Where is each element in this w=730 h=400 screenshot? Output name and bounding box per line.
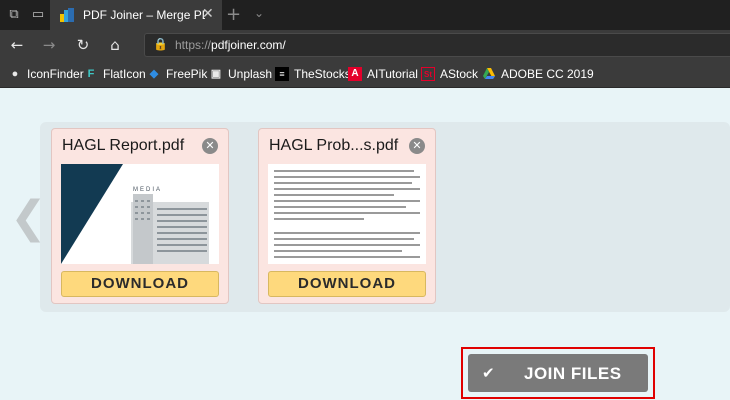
bookmark-astock[interactable]: St AStock: [421, 66, 478, 82]
camera-icon: ▣: [210, 68, 222, 80]
file-card: HAGL Prob...s.pdf ✕ DOWNLOAD: [258, 128, 436, 304]
join-files-highlight: ✔ JOIN FILES: [461, 347, 655, 399]
arrow-right-icon[interactable]: →: [40, 36, 58, 54]
text-page-thumbnail: [268, 164, 426, 264]
join-files-label: JOIN FILES: [524, 364, 622, 383]
tab-actions-icon[interactable]: ⧉: [6, 7, 22, 23]
file-name: HAGL Prob...s.pdf: [269, 137, 399, 154]
close-icon[interactable]: ✕: [202, 6, 214, 22]
chevron-down-icon[interactable]: ⌄: [254, 6, 264, 20]
bookmark-unplash[interactable]: ▣ Unplash: [209, 66, 272, 82]
flaticon-icon: F: [87, 68, 95, 80]
chevron-left-icon[interactable]: ❮: [10, 196, 47, 240]
bookmark-flaticon[interactable]: F FlatIcon: [84, 66, 146, 82]
check-icon: ✔: [482, 364, 495, 382]
thestocks-icon: ≡: [275, 67, 289, 81]
plus-icon[interactable]: +: [226, 4, 241, 25]
page-content: ❮ HAGL Report.pdf ✕ MEDIA DOWNLOAD HAGL …: [0, 88, 730, 400]
adobe-stock-icon: St: [421, 67, 435, 81]
url-prefix: https://: [175, 38, 212, 52]
url-host: pdfjoiner.com/: [211, 38, 286, 52]
adobe-icon: A: [348, 67, 362, 81]
bookmark-label: Unplash: [228, 67, 273, 81]
download-button[interactable]: DOWNLOAD: [61, 271, 219, 297]
bookmark-label: TheStocks: [294, 67, 351, 81]
bookmark-thestocks[interactable]: ≡ TheStocks: [275, 66, 351, 82]
join-files-button[interactable]: ✔ JOIN FILES: [468, 354, 648, 392]
bookmark-aitutorial[interactable]: A AITutorial: [348, 66, 418, 82]
lock-icon: 🔒: [153, 37, 168, 51]
pdfjoiner-favicon: [60, 8, 74, 22]
thumbnail-logo: MEDIA: [133, 187, 162, 193]
refresh-icon[interactable]: ↻: [74, 36, 92, 54]
bookmark-label: ADOBE CC 2019: [501, 67, 594, 81]
bookmark-adobe-cc[interactable]: ADOBE CC 2019: [482, 66, 594, 82]
file-name: HAGL Report.pdf: [62, 137, 185, 154]
address-bar[interactable]: 🔒 https://pdfjoiner.com/: [144, 33, 730, 57]
building-cover-thumbnail: MEDIA: [61, 164, 219, 264]
download-button[interactable]: DOWNLOAD: [268, 271, 426, 297]
browser-tab[interactable]: PDF Joiner – Merge PDF ✕: [50, 0, 222, 30]
drive-icon: [483, 68, 495, 79]
tab-title: PDF Joiner – Merge PDF: [83, 8, 205, 22]
bookmarks-bar: ● IconFinder F FlatIcon ◆ FreePik ▣ Unpl…: [0, 60, 730, 88]
bookmark-label: AStock: [440, 67, 479, 81]
bookmark-label: IconFinder: [27, 67, 84, 81]
navigation-bar: ← → ↻ ⌂ 🔒 https://pdfjoiner.com/: [0, 30, 730, 60]
arrow-left-icon[interactable]: ←: [8, 36, 26, 54]
bookmark-freepik[interactable]: ◆ FreePik: [147, 66, 208, 82]
file-card: HAGL Report.pdf ✕ MEDIA DOWNLOAD: [51, 128, 229, 304]
bookmark-label: FreePik: [166, 67, 208, 81]
remove-file-icon[interactable]: ✕: [202, 138, 218, 154]
bookmark-label: AITutorial: [367, 67, 418, 81]
tab-preview-icon[interactable]: ▭: [30, 7, 46, 23]
url-text: https://pdfjoiner.com/: [175, 38, 286, 52]
home-icon[interactable]: ⌂: [106, 36, 124, 54]
title-bar: ⧉ ▭ PDF Joiner – Merge PDF ✕ + ⌄: [0, 0, 730, 30]
bookmark-iconfinder[interactable]: ● IconFinder: [8, 66, 84, 82]
iconfinder-icon: ●: [11, 68, 19, 80]
bookmark-label: FlatIcon: [103, 67, 146, 81]
remove-file-icon[interactable]: ✕: [409, 138, 425, 154]
freepik-icon: ◆: [149, 68, 159, 80]
